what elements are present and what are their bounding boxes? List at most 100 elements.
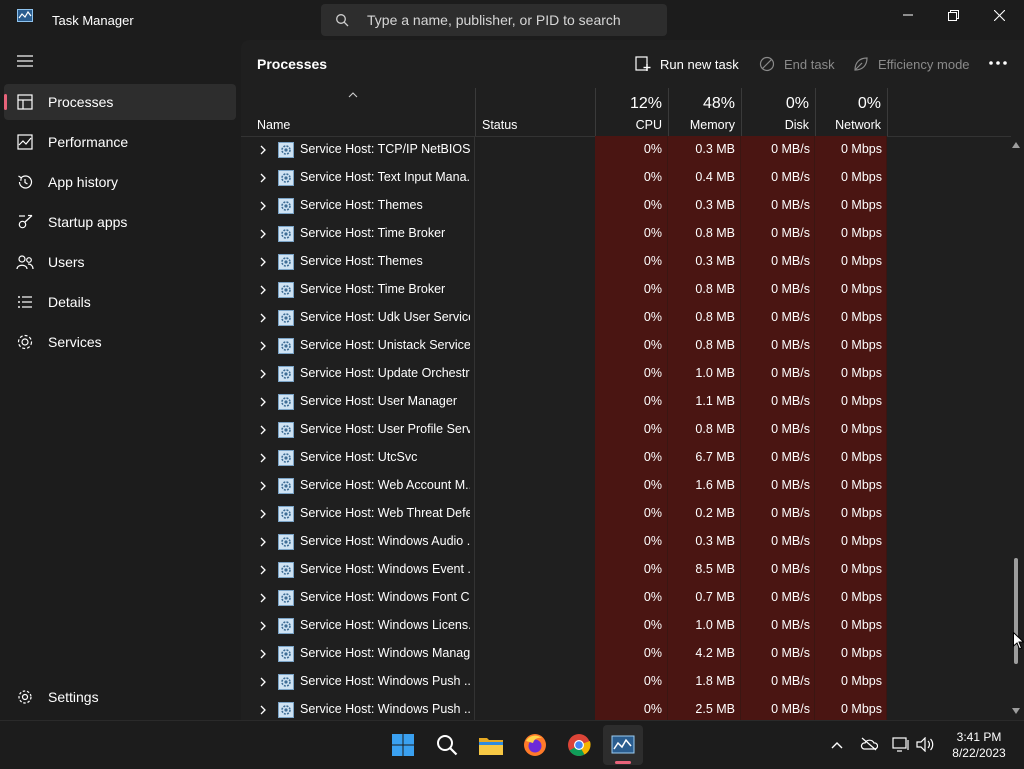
column-header-cpu[interactable]: 12% CPU xyxy=(595,88,668,136)
end-task-button[interactable]: End task xyxy=(759,52,835,76)
column-header-memory[interactable]: 48% Memory xyxy=(668,88,741,136)
process-row[interactable]: Service Host: Windows Audio ... 0% 0.3 MB 0… xyxy=(241,528,1011,556)
process-row[interactable]: Service Host: UtcSvc 0% 6.7 MB 0 MB/s 0 Mbps xyxy=(241,444,1011,472)
minimize-button[interactable] xyxy=(885,0,931,30)
nav-item-users[interactable]: Users xyxy=(4,244,236,280)
nav-item-settings[interactable]: Settings xyxy=(4,679,236,715)
process-row[interactable]: Service Host: Update Orchestr... 0% 1.0 MB… xyxy=(241,360,1011,388)
expand-chevron-icon[interactable] xyxy=(260,285,266,295)
process-row[interactable]: Service Host: Time Broker 0% 0.8 MB 0 MB/s 0… xyxy=(241,276,1011,304)
service-host-gear-icon xyxy=(278,198,294,214)
expand-chevron-icon[interactable] xyxy=(260,369,266,379)
expand-chevron-icon[interactable] xyxy=(260,453,266,463)
scroll-up-arrow-icon[interactable] xyxy=(1012,142,1020,148)
restore-button[interactable] xyxy=(930,0,976,30)
expand-chevron-icon[interactable] xyxy=(260,229,266,239)
process-memory: 0.8 MB xyxy=(695,226,735,240)
expand-chevron-icon[interactable] xyxy=(260,593,266,603)
process-row[interactable]: Service Host: Udk User Service... 0% 0.8 M… xyxy=(241,304,1011,332)
cpu-percent: 12% xyxy=(629,95,662,112)
process-row[interactable]: Service Host: Windows Push ... 0% 1.8 MB 0 … xyxy=(241,668,1011,696)
process-cpu: 0% xyxy=(643,506,662,520)
disk-percent: 0% xyxy=(785,95,809,112)
efficiency-mode-button[interactable]: Efficiency mode xyxy=(853,52,970,76)
process-row[interactable]: Service Host: User Manager 0% 1.1 MB 0 MB/s… xyxy=(241,388,1011,416)
column-header-status[interactable]: Status xyxy=(475,88,596,136)
column-header-disk[interactable]: 0% Disk xyxy=(741,88,815,136)
process-row[interactable]: Service Host: Windows Push ... 0% 2.5 MB 0 … xyxy=(241,696,1011,720)
process-disk: 0 MB/s xyxy=(771,338,810,352)
expand-chevron-icon[interactable] xyxy=(260,537,266,547)
process-cpu: 0% xyxy=(643,338,662,352)
process-row[interactable]: Service Host: Text Input Mana... 0% 0.4 MB… xyxy=(241,164,1011,192)
show-hidden-icons-chevron-icon[interactable] xyxy=(831,741,843,749)
search-input[interactable] xyxy=(367,10,652,30)
task-manager-taskbar-button[interactable] xyxy=(609,731,637,759)
expand-chevron-icon[interactable] xyxy=(260,677,266,687)
process-network: 0 Mbps xyxy=(841,310,882,324)
more-options-icon[interactable] xyxy=(988,60,1008,66)
close-button[interactable] xyxy=(976,0,1022,30)
scroll-down-arrow-icon[interactable] xyxy=(1012,708,1020,714)
page-title: Processes xyxy=(257,56,328,72)
file-explorer-button[interactable] xyxy=(477,731,505,759)
service-host-gear-icon xyxy=(278,254,294,270)
taskbar-search-button[interactable] xyxy=(433,731,461,759)
nav-item-app-history[interactable]: App history xyxy=(4,164,236,200)
system-clock[interactable]: 3:41 PM 8/22/2023 xyxy=(938,729,1020,761)
nav-item-details[interactable]: Details xyxy=(4,284,236,320)
expand-chevron-icon[interactable] xyxy=(260,509,266,519)
expand-chevron-icon[interactable] xyxy=(260,425,266,435)
process-row[interactable]: Service Host: Web Threat Defe... 0% 0.2 MB… xyxy=(241,500,1011,528)
expand-chevron-icon[interactable] xyxy=(260,621,266,631)
service-host-gear-icon xyxy=(278,366,294,382)
firefox-button[interactable] xyxy=(521,731,549,759)
process-row[interactable]: Service Host: User Profile Servi... 0% 0.8… xyxy=(241,416,1011,444)
nav-item-processes[interactable]: Processes xyxy=(4,84,236,120)
run-new-task-button[interactable]: Run new task xyxy=(635,52,739,76)
column-header-network[interactable]: 0% Network xyxy=(815,88,888,136)
hamburger-menu-icon[interactable] xyxy=(17,55,33,67)
expand-chevron-icon[interactable] xyxy=(260,201,266,211)
process-cpu: 0% xyxy=(643,646,662,660)
process-row[interactable]: Service Host: Unistack Service ... 0% 0.8 … xyxy=(241,332,1011,360)
process-network: 0 Mbps xyxy=(841,422,882,436)
expand-chevron-icon[interactable] xyxy=(260,565,266,575)
process-row[interactable]: Service Host: Themes 0% 0.3 MB 0 MB/s 0 Mbps xyxy=(241,192,1011,220)
onedrive-cloud-icon[interactable] xyxy=(860,737,878,751)
start-button[interactable] xyxy=(389,731,417,759)
nav-item-performance[interactable]: Performance xyxy=(4,124,236,160)
process-row[interactable]: Service Host: Themes 0% 0.3 MB 0 MB/s 0 Mbps xyxy=(241,248,1011,276)
process-row[interactable]: Service Host: Windows Licens... 0% 1.0 MB 0… xyxy=(241,612,1011,640)
expand-chevron-icon[interactable] xyxy=(260,705,266,715)
expand-chevron-icon[interactable] xyxy=(260,257,266,267)
process-network: 0 Mbps xyxy=(841,198,882,212)
expand-chevron-icon[interactable] xyxy=(260,649,266,659)
process-name: Service Host: Text Input Mana... xyxy=(300,170,470,184)
process-row[interactable]: Service Host: Windows Manag... 0% 4.2 MB 0 … xyxy=(241,640,1011,668)
active-app-indicator xyxy=(615,761,631,764)
expand-chevron-icon[interactable] xyxy=(260,313,266,323)
process-row[interactable]: Service Host: Time Broker 0% 0.8 MB 0 MB/s 0… xyxy=(241,220,1011,248)
process-name: Service Host: Windows Manag... xyxy=(300,646,470,660)
expand-chevron-icon[interactable] xyxy=(260,397,266,407)
column-header-name[interactable]: Name xyxy=(241,88,474,136)
expand-chevron-icon[interactable] xyxy=(260,145,266,155)
process-row[interactable]: Service Host: TCP/IP NetBIOS ... 0% 0.3 MB… xyxy=(241,136,1011,164)
expand-chevron-icon[interactable] xyxy=(260,173,266,183)
chrome-button[interactable] xyxy=(565,731,593,759)
service-host-gear-icon xyxy=(278,282,294,298)
process-row[interactable]: Service Host: Windows Event ... 0% 8.5 MB 0… xyxy=(241,556,1011,584)
nav-item-services[interactable]: Services xyxy=(4,324,236,360)
mouse-cursor-icon xyxy=(1013,632,1024,650)
nav-item-startup-apps[interactable]: Startup apps xyxy=(4,204,236,240)
network-icon[interactable] xyxy=(892,737,910,752)
service-host-gear-icon xyxy=(278,394,294,410)
process-row[interactable]: Service Host: Windows Font C... 0% 0.7 MB 0… xyxy=(241,584,1011,612)
process-name: Service Host: User Manager xyxy=(300,394,458,408)
volume-speaker-icon[interactable] xyxy=(916,737,934,752)
expand-chevron-icon[interactable] xyxy=(260,481,266,491)
expand-chevron-icon[interactable] xyxy=(260,341,266,351)
process-row[interactable]: Service Host: Web Account M... 0% 1.6 MB 0 … xyxy=(241,472,1011,500)
search-box[interactable] xyxy=(321,4,667,36)
